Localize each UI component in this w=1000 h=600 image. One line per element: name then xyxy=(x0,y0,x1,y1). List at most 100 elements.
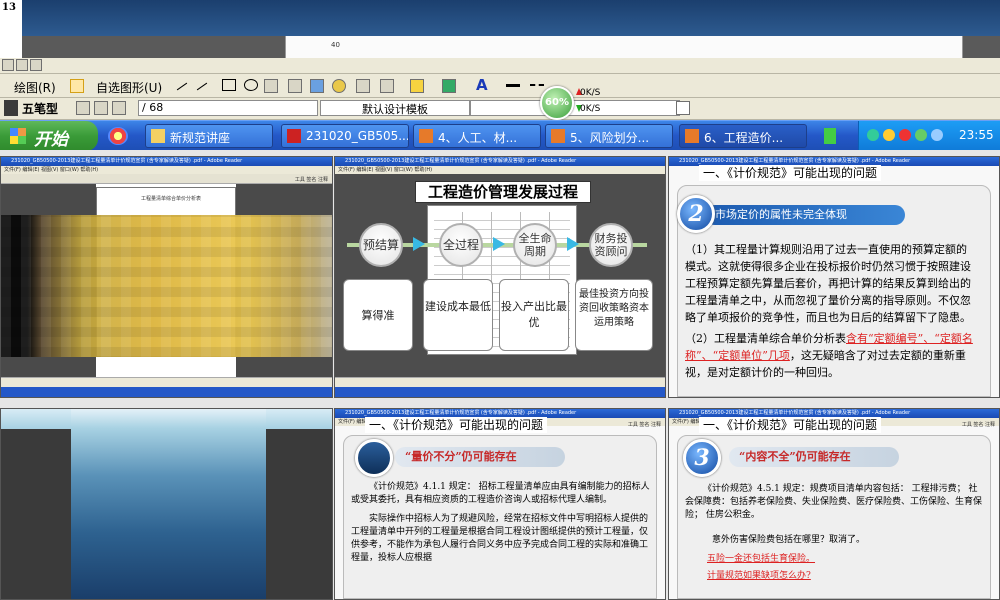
pixel-overlay xyxy=(1,215,332,357)
moon-icon[interactable] xyxy=(76,101,90,115)
paragraph-1: 《计价规范》4.1.1 规定： 招标工程量清单应由具有编制能力的招标人或受其委托… xyxy=(351,482,650,505)
task-label: 4、人工、材... xyxy=(438,131,518,145)
volume-icon[interactable] xyxy=(931,129,943,141)
ime-icon[interactable] xyxy=(4,100,18,116)
line-style-icon[interactable] xyxy=(506,84,520,87)
outline-view-icon[interactable] xyxy=(16,59,28,71)
slide-thumbnail-3[interactable]: 231020_GB50500-2013建设工程工程量清单计价规范宣贯 (含专家解… xyxy=(668,156,1000,398)
paragraph-1: （1）其工程量计算规则沿用了过去一直使用的预算定额的模式。这就使得很多企业在投标… xyxy=(685,243,971,324)
clipart-icon[interactable] xyxy=(356,79,370,93)
body-text: （1）其工程量计算规则沿用了过去一直使用的预算定额的模式。这就使得很多企业在投标… xyxy=(685,241,977,381)
page-indicator: / 68 xyxy=(138,100,318,116)
window-title: 231020_GB50500-2013建设工程工程量清单计价规范宣贯 (含专家解… xyxy=(1,157,332,166)
slide-thumbnail-5[interactable]: 231020_GB50500-2013建设工程工程量清单计价规范宣贯 (含专家解… xyxy=(334,408,666,600)
select-pointer-icon[interactable] xyxy=(70,79,84,93)
view-toolbar xyxy=(0,58,1000,74)
notes-field[interactable]: 40 xyxy=(285,36,963,58)
question-link-2[interactable]: 计量规范如果缺项怎么办? xyxy=(707,570,985,583)
task-ppt-5[interactable]: 5、风险划分... xyxy=(545,124,673,148)
window-toolbar: 工具 签名 注释 xyxy=(1,174,332,184)
paragraph-2: 意外伤害保险费包括在哪里？取消了。 xyxy=(712,535,866,545)
slide-sorter-grid: 231020_GB50500-2013建设工程工程量清单计价规范宣贯 (含专家解… xyxy=(0,150,1000,600)
normal-view-icon[interactable] xyxy=(2,59,14,71)
wordart-icon[interactable] xyxy=(310,79,324,93)
task-label: 6、工程造价... xyxy=(704,131,784,145)
body-text: 《计价规范》4.1.1 规定： 招标工程量清单应由具有编制能力的招标人或受其委托… xyxy=(351,481,651,565)
slide-thumbnail-4[interactable] xyxy=(0,408,333,600)
stage-circle: 财务投资顾问 xyxy=(589,223,633,267)
picture-icon[interactable] xyxy=(380,79,394,93)
question-link-1[interactable]: 五险一金还包括生育保险。 xyxy=(707,553,985,566)
folder-icon xyxy=(151,129,165,143)
slide-thumbnail-1[interactable]: 231020_GB50500-2013建设工程工程量清单计价规范宣贯 (含专家解… xyxy=(0,156,333,398)
vertical-textbox-icon[interactable] xyxy=(288,79,302,93)
antivirus-icon[interactable] xyxy=(899,129,911,141)
section-banner: 市场定价的属性未完全体现 xyxy=(705,205,905,225)
stage-circle: 全过程 xyxy=(439,223,483,267)
arrow-tool-icon[interactable] xyxy=(196,82,208,91)
slide-heading: 一、《计价规范》可能出现的问题 xyxy=(699,417,882,433)
shield-icon[interactable] xyxy=(867,129,879,141)
slide-thumbnail-6[interactable]: 231020_GB50500-2013建设工程工程量清单计价规范宣贯 (含专家解… xyxy=(668,408,1000,600)
number-badge: 2 xyxy=(677,195,715,233)
slide-number-cell: 13 xyxy=(0,0,22,58)
tools-label: 工具 签名 注释 xyxy=(294,177,328,183)
task-ppt-4[interactable]: 4、人工、材... xyxy=(413,124,541,148)
ime-label[interactable]: 五笔型 xyxy=(22,100,58,117)
ppt-icon xyxy=(685,129,699,143)
textbox-tool-icon[interactable] xyxy=(264,79,278,93)
stage-circle: 全生命周期 xyxy=(513,223,557,267)
slide-heading-bar: 一、《计价规范》可能出现的问题 xyxy=(669,165,999,181)
window-menu: 文件(F) 编辑(E) 视图(V) 窗口(W) 帮助(H) xyxy=(335,166,665,174)
slide-thumbnail-2[interactable]: 231020_GB50500-2013建设工程工程量清单计价规范宣贯 (含专家解… xyxy=(334,156,666,398)
slideshow-view-icon[interactable] xyxy=(30,59,42,71)
network-icon[interactable] xyxy=(915,129,927,141)
slide-heading-bar: 一、《计价规范》可能出现的问题 工具 签名 注释 xyxy=(669,417,999,433)
slide-heading-bar: 一、《计价规范》可能出现的问题 工具 签名 注释 xyxy=(335,417,665,433)
paragraph-1: 《计价规范》4.5.1 规定：规费项目清单内容包括： 工程排污费； 社会保障费：… xyxy=(685,484,983,520)
download-speed: 0K/S xyxy=(580,104,601,114)
arrow-icon xyxy=(567,237,579,251)
line-color-icon[interactable] xyxy=(442,79,456,93)
network-speed-widget[interactable]: 60% 0K/S 0K/S xyxy=(540,86,622,120)
fill-color-icon[interactable] xyxy=(410,79,424,93)
dark-panel xyxy=(264,429,332,599)
paragraph-2-start: （2）工程量清单综合单价分析表 xyxy=(685,332,846,345)
mini-taskbar xyxy=(1,387,332,397)
spellcheck-icon[interactable] xyxy=(676,101,690,115)
paragraph-2: （2）工程量清单综合单价分析表含有“定额编号”、“定额名称”、“定额单位”几项，… xyxy=(685,330,977,381)
stage-circle: 预结算 xyxy=(359,223,403,267)
start-label: 开始 xyxy=(34,130,68,150)
stage-box: 建设成本最低 xyxy=(423,279,493,351)
autoshape-menu[interactable]: 自选图形(U) xyxy=(96,79,162,96)
paragraph-2: 实际操作中招标人为了规避风险，经常在招标文件中写明招标人提供的工程量清单中开列的… xyxy=(351,514,649,563)
task-folder[interactable]: 新规范讲座 xyxy=(145,124,273,148)
network-percent: 60% xyxy=(540,86,574,120)
font-color-icon[interactable]: A xyxy=(476,76,488,94)
oval-tool-icon[interactable] xyxy=(244,79,258,91)
punctuation-icon[interactable] xyxy=(94,101,108,115)
line-tool-icon[interactable] xyxy=(176,82,188,91)
task-ppt-6[interactable]: 6、工程造价... xyxy=(679,124,807,148)
system-tray: 23:55 xyxy=(858,121,1000,151)
slide-number: 13 xyxy=(2,2,16,13)
diagram-icon[interactable] xyxy=(332,79,346,93)
draw-menu[interactable]: 绘图(R) xyxy=(14,79,56,96)
battery-icon[interactable] xyxy=(824,128,836,144)
ppt-icon xyxy=(551,129,565,143)
keyboard-icon[interactable] xyxy=(112,101,126,115)
mini-toolbar xyxy=(1,377,332,387)
window-menu: 文件(F) 编辑(E) 视图(V) 窗口(W) 帮助(H) xyxy=(1,166,332,174)
top-window-strip: 13 40 xyxy=(0,0,1000,58)
picture-badge-icon xyxy=(355,439,393,477)
arrow-icon xyxy=(493,237,505,251)
task-pdf[interactable]: 231020_GB505... xyxy=(281,124,409,148)
security-icon[interactable] xyxy=(883,129,895,141)
start-button[interactable]: 开始 xyxy=(0,121,98,151)
task-label: 5、风险划分... xyxy=(570,131,650,145)
mini-taskbar xyxy=(335,387,665,397)
task-label: 新规范讲座 xyxy=(170,131,231,145)
rectangle-tool-icon[interactable] xyxy=(222,79,236,91)
pdf-icon xyxy=(287,129,301,143)
quicklaunch-icon[interactable] xyxy=(108,127,128,145)
